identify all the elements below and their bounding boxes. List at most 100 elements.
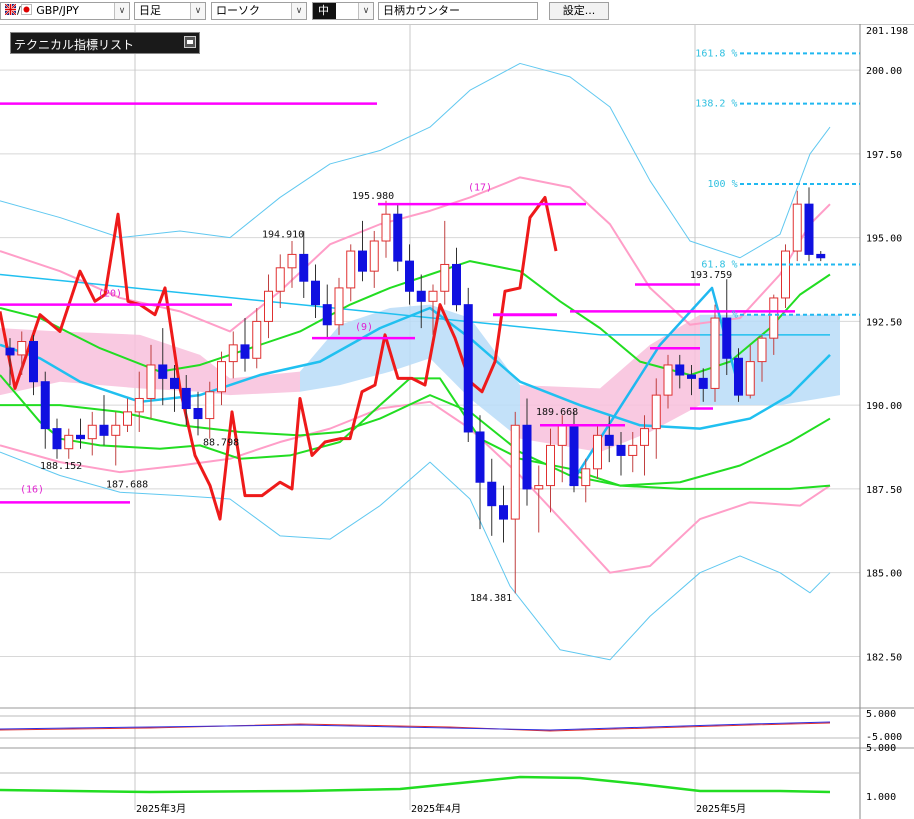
candle-body xyxy=(334,287,344,326)
chevron-down-icon[interactable]: ∨ xyxy=(190,3,205,19)
candle-body xyxy=(463,304,473,433)
candle xyxy=(804,187,814,262)
candle-body xyxy=(99,424,109,436)
candle xyxy=(311,264,320,319)
candle xyxy=(87,411,97,456)
candle-body xyxy=(381,213,391,242)
candle-body xyxy=(40,381,50,430)
candle-body xyxy=(369,240,379,272)
price-tick-label: 195.00 xyxy=(866,234,902,245)
price-annotation: 189.668 xyxy=(536,407,578,418)
candle xyxy=(475,415,485,530)
price-annotation: 88.798 xyxy=(203,437,239,448)
price-tick-label: 197.50 xyxy=(866,150,902,161)
sub-tick-label: 1.000 xyxy=(866,792,896,803)
candle-body xyxy=(111,424,121,436)
candle xyxy=(322,284,332,339)
candle xyxy=(381,200,391,258)
candle xyxy=(123,398,132,432)
minimize-icon[interactable] xyxy=(184,36,196,48)
price-tick-label: 187.50 xyxy=(866,485,902,496)
symbol-select[interactable]: / GBP/JPY ∨ xyxy=(0,2,130,20)
candle-body xyxy=(134,397,144,413)
chevron-down-icon[interactable]: ∨ xyxy=(291,3,306,19)
price-tick-label: 192.50 xyxy=(866,317,902,328)
candle xyxy=(264,274,273,339)
price-annotation: 188.152 xyxy=(40,461,82,472)
chart-style-label: ローソク xyxy=(216,4,260,17)
price-chart[interactable]: 161.8 % 138.2 % 100 % 61.8 %% 194.910 195.980… xyxy=(0,24,914,819)
candle-body xyxy=(123,411,132,426)
price-tick-label: 182.50 xyxy=(866,652,902,663)
candle-body xyxy=(734,357,743,396)
candle-body xyxy=(781,250,790,299)
price-tick-label: 190.00 xyxy=(866,401,902,412)
candle-body xyxy=(5,347,15,356)
candle-body xyxy=(29,341,38,383)
candle-body xyxy=(240,344,250,359)
candle-body xyxy=(663,364,673,396)
candle xyxy=(792,190,802,262)
candle-body xyxy=(534,485,544,490)
candle-body xyxy=(76,434,85,440)
candle-body xyxy=(475,431,485,483)
candle xyxy=(228,331,238,379)
candle xyxy=(240,318,250,372)
candle-body xyxy=(322,304,332,326)
candle xyxy=(405,244,414,305)
price-tick-label: 200.00 xyxy=(866,66,902,77)
symbol-label: GBP/JPY xyxy=(36,4,79,17)
candle-body xyxy=(487,481,497,507)
candle-body xyxy=(757,337,767,363)
price-annotation: 194.910 xyxy=(262,230,304,241)
candle xyxy=(52,418,62,459)
counter-field[interactable]: 日柄カウンター xyxy=(378,2,538,20)
price-tick-label: 185.00 xyxy=(866,569,902,580)
sub-green-line xyxy=(0,775,831,794)
chevron-down-icon[interactable]: ∨ xyxy=(114,3,129,19)
chevron-down-icon[interactable]: ∨ xyxy=(358,3,373,19)
candle-body xyxy=(405,260,414,292)
date-tick-label: 2025年3月 xyxy=(136,802,186,815)
candle-body xyxy=(722,317,732,359)
candle xyxy=(487,458,497,536)
settings-button[interactable]: 設定... xyxy=(549,2,609,20)
candle-body xyxy=(252,320,262,359)
candle-body xyxy=(710,317,720,389)
period-select[interactable]: 日足 ∨ xyxy=(134,2,206,20)
japan-flag-icon xyxy=(20,4,32,15)
candle-body xyxy=(311,280,320,306)
candle-body xyxy=(792,203,802,252)
candle-body xyxy=(52,428,62,450)
date-tick-label: 2025年5月 xyxy=(696,802,746,815)
candle-body xyxy=(640,428,649,446)
candle-body xyxy=(440,263,450,292)
candle xyxy=(40,371,50,449)
candle xyxy=(158,328,168,406)
candle-body xyxy=(358,250,367,272)
candle xyxy=(710,304,720,402)
count-label: (16) xyxy=(20,484,44,495)
candle xyxy=(369,230,379,288)
candle-body xyxy=(604,434,614,446)
fib-label: 61.8 % xyxy=(701,259,737,270)
sub-tick-label: -5.000 xyxy=(866,732,902,743)
candle-body xyxy=(287,253,297,269)
candle-body xyxy=(557,424,567,446)
candle-body xyxy=(205,391,215,420)
candle-body xyxy=(769,297,779,339)
candle xyxy=(816,251,826,262)
candle xyxy=(393,204,403,272)
candle-body xyxy=(64,434,74,450)
candle xyxy=(440,220,450,305)
size-select[interactable]: 中 ∨ xyxy=(312,2,374,20)
sub-tick-label: 5.000 xyxy=(866,743,896,754)
counter-label: 日柄カウンター xyxy=(383,4,460,17)
candle-body xyxy=(510,424,520,520)
candle-body xyxy=(593,434,602,470)
chart-style-select[interactable]: ローソク ∨ xyxy=(211,2,307,20)
candle xyxy=(99,395,109,446)
count-label: (17) xyxy=(468,183,492,194)
indicator-list-panel[interactable]: テクニカル指標リスト xyxy=(10,32,200,54)
candle-body xyxy=(745,361,755,396)
